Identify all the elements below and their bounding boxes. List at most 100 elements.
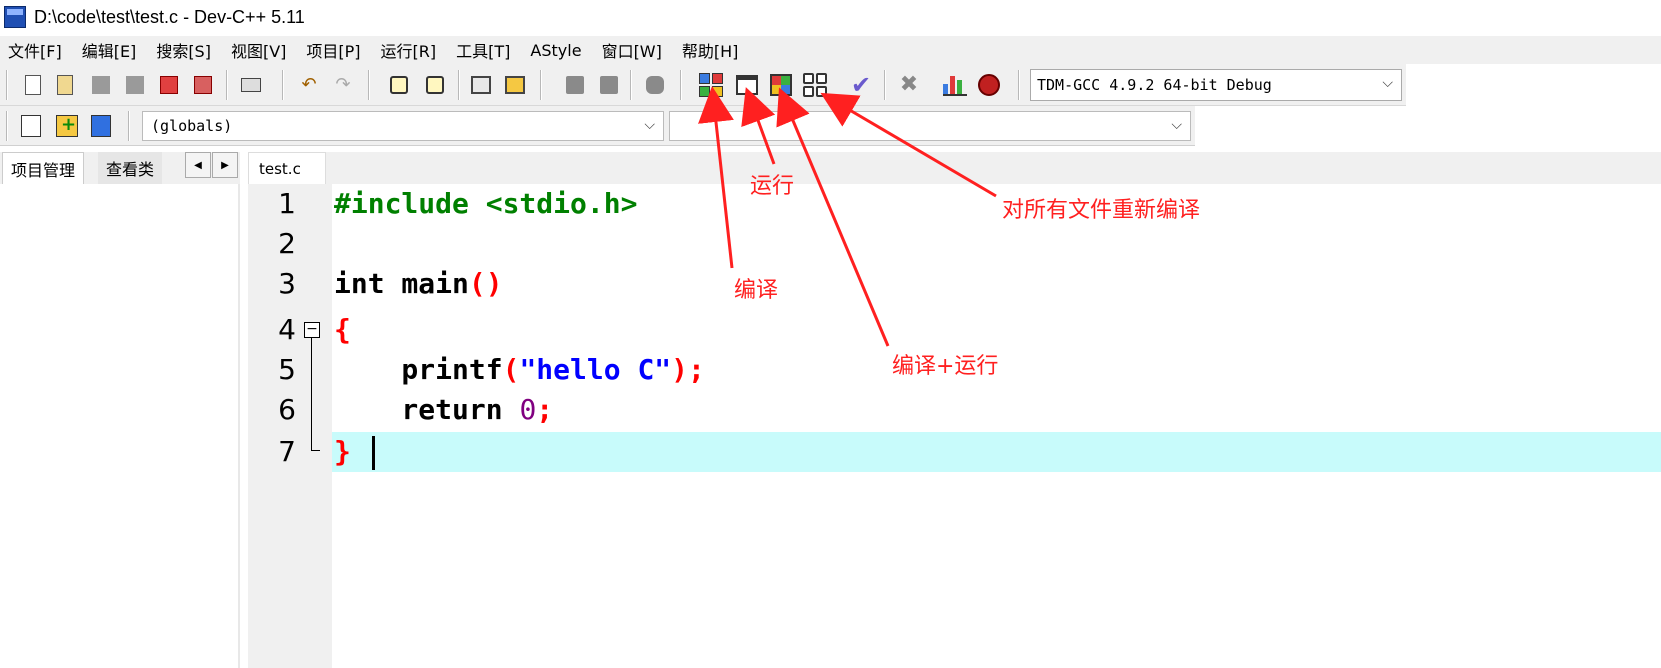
close-icon [160,76,178,94]
compiler-value: TDM-GCC 4.9.2 64-bit Debug [1037,76,1272,94]
add-to-project-button[interactable] [54,113,80,139]
panel-scroll-arrows: ◀ ▶ [185,152,239,180]
open-button[interactable] [52,72,78,98]
profile-button[interactable] [942,72,968,98]
replace-button[interactable] [422,72,448,98]
open-brace: { [334,313,351,346]
annotation-run: 运行 [750,174,795,199]
save-button[interactable] [88,72,114,98]
function-call: printf [334,353,503,386]
file-tab-bar: test.c [248,152,1661,184]
keyword-return: return [334,393,520,426]
menu-search[interactable]: 搜索[S] [156,38,211,62]
string-literal: "hello C" [519,353,672,386]
comment-button[interactable] [642,72,668,98]
close-paren-semicolon: ); [671,353,705,386]
chevron-down-icon: ⌵ [644,117,655,133]
code-line-1: #include <stdio.h> [334,184,637,224]
close-button[interactable] [156,72,182,98]
project-tree-panel[interactable] [0,184,240,668]
undo-button[interactable]: ↶ [296,72,322,98]
menu-astyle[interactable]: AStyle [530,41,581,60]
close-all-icon [194,76,212,94]
toolbar-separator [1018,70,1020,100]
window-title: D:\code\test\test.c - Dev-C++ 5.11 [34,6,305,27]
file-tab-test-c[interactable]: test.c [248,152,326,184]
menu-edit[interactable]: 编辑[E] [82,38,137,62]
add-file-icon [56,114,78,137]
save-icon [92,76,110,94]
run-icon [736,75,758,95]
options-icon [91,115,111,137]
open-paren: ( [502,353,520,386]
line-number: 7 [278,435,296,468]
arrow-right-icon[interactable]: ▶ [212,152,238,178]
redo-icon: ↷ [335,74,351,95]
unindent-button[interactable] [596,72,622,98]
toolbar-separator [540,70,542,100]
menu-execute[interactable]: 运行[R] [381,38,437,62]
toolbar-separator [6,111,8,141]
run-button[interactable] [734,72,760,98]
close-brace: } [334,435,351,468]
code-line-7: } [334,432,351,472]
new-file-icon [25,75,41,95]
scope-select[interactable]: (globals) ⌵ [142,111,664,141]
project-file-button[interactable] [18,113,44,139]
split-icon [505,76,525,94]
keyword: int [334,267,385,300]
close-all-button[interactable] [190,72,216,98]
project-options-button[interactable] [88,113,114,139]
menu-window[interactable]: 窗口[W] [602,38,662,62]
toolbar-separator [6,70,8,100]
fold-guide-end [311,450,320,451]
menu-project[interactable]: 项目[P] [306,38,360,62]
toolbar-separator [226,70,228,100]
toggle-panel-icon [471,76,491,94]
current-line-highlight [332,432,1661,472]
tab-project-manager[interactable]: 项目管理 [2,152,85,184]
print-button[interactable] [238,72,264,98]
line-number: 2 [278,227,296,260]
menu-tools[interactable]: 工具[T] [456,38,510,62]
fold-toggle-icon[interactable]: − [304,322,320,338]
open-project-icon [57,75,73,95]
split-button[interactable] [502,72,528,98]
scope-value: (globals) [151,117,233,135]
compile-run-button[interactable] [768,72,794,98]
menu-file[interactable]: 文件[F] [8,38,62,62]
annotation-compile: 编译 [734,278,779,303]
text-caret [372,436,375,470]
line-number: 1 [278,187,296,220]
tab-class-browser[interactable]: 查看类 [98,152,163,184]
code-line-3: int main() [334,264,503,304]
menu-view[interactable]: 视图[V] [231,38,286,62]
toggle-panel-button[interactable] [468,72,494,98]
function-select[interactable]: ⌵ [669,111,1191,141]
menu-help[interactable]: 帮助[H] [682,38,739,62]
arrow-left-icon[interactable]: ◀ [185,152,211,178]
new-file-button[interactable] [20,72,46,98]
rebuild-all-button[interactable] [802,72,828,98]
fold-guide [311,338,312,450]
find-button[interactable] [386,72,412,98]
syntax-check-icon: ✔ [850,71,872,99]
parentheses: () [468,267,503,300]
code-editor[interactable]: 1 2 3 4 5 6 7 − #include <stdio.h> int m… [248,184,1661,668]
code-line-4: { [334,310,351,350]
print-icon [241,78,261,92]
annotation-compile-run: 编译+运行 [892,354,999,379]
toolbar-separator [282,70,284,100]
indent-icon [566,76,584,94]
stop-button[interactable]: ✖ [896,72,922,98]
compile-run-icon [770,74,792,96]
indent-button[interactable] [562,72,588,98]
compile-button[interactable] [698,72,724,98]
syntax-check-button[interactable]: ✔ [848,72,874,98]
save-all-button[interactable] [122,72,148,98]
stop-icon: ✖ [899,72,919,97]
rebuild-all-icon [803,73,827,97]
debug-button[interactable] [976,72,1002,98]
redo-button[interactable]: ↷ [330,72,356,98]
compiler-select[interactable]: TDM-GCC 4.9.2 64-bit Debug ⌵ [1030,69,1402,101]
